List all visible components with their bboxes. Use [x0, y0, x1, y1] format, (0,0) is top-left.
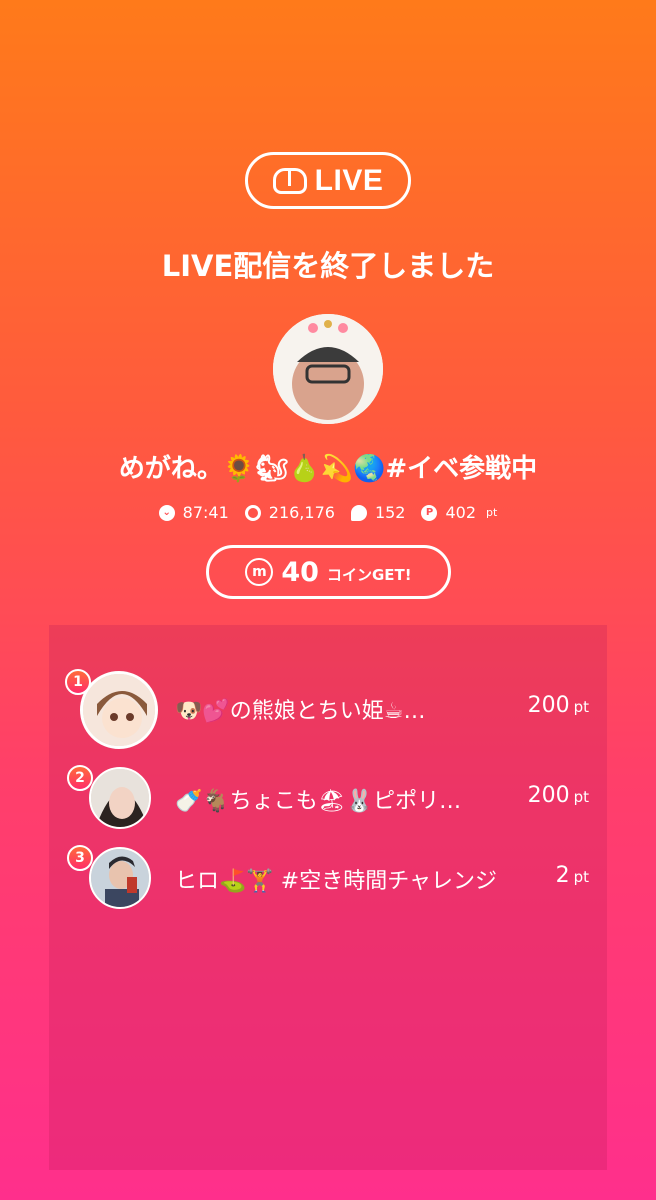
rank-badge: 3 [67, 845, 93, 871]
coin-amount: 40 [281, 556, 319, 588]
gift-ranking-panel: 1 🐶💕の熊娘とちい姫☕… 200 pt 2 🍼🐐ちょこも🏖🐰ピポリ… 200 pt [49, 625, 607, 1170]
ranking-score: 200 pt [528, 783, 589, 808]
coin-icon: m [245, 558, 274, 586]
host-avatar[interactable] [273, 314, 383, 424]
user-avatar-image [91, 849, 149, 907]
user-avatar-image [91, 769, 149, 827]
ranking-score: 2 pt [556, 863, 589, 888]
avatar[interactable] [89, 767, 151, 829]
ranking-row-2[interactable]: 2 🍼🐐ちょこも🏖🐰ピポリ… 200 pt [49, 765, 607, 831]
live-logo: LIVE [245, 152, 411, 209]
viewers-icon [244, 504, 261, 521]
score-value: 200 [527, 693, 570, 718]
ranking-user-name: 🐶💕の熊娘とちい姫☕… [175, 699, 426, 724]
rank-badge: 2 [67, 765, 93, 791]
ranking-score: 200 pt [528, 693, 589, 718]
score-value: 200 [527, 783, 570, 808]
ranking-user-name: 🍼🐐ちょこも🏖🐰ピポリ… [175, 789, 462, 814]
comments-stat: 152 [350, 503, 406, 522]
ranking-user-name: ヒロ⛳🏋 #空き時間チャレンジ [175, 869, 497, 894]
viewers-stat: 216,176 [244, 503, 335, 522]
points-stat: P 402 pt [421, 503, 497, 522]
duration-value: 87:41 [182, 503, 229, 522]
m-logo-icon [272, 167, 307, 194]
points-unit: pt [486, 506, 498, 519]
comments-value: 152 [374, 503, 406, 522]
coin-get-badge: m 40 コインGET! [206, 545, 451, 599]
avatar[interactable] [89, 847, 151, 909]
score-unit: pt [573, 868, 589, 886]
user-avatar-image [83, 674, 155, 746]
host-name: めがね。🌻🐿🍐💫🌏#イベ参戦中 [118, 454, 538, 484]
duration-stat: ⌄ 87:41 [158, 503, 229, 522]
rank-badge: 1 [65, 669, 91, 695]
points-value: 402 [445, 503, 477, 522]
chevron-down-icon: ⌄ [158, 504, 175, 521]
score-unit: pt [573, 788, 589, 806]
ranking-row-3[interactable]: 3 ヒロ⛳🏋 #空き時間チャレンジ 2 pt [49, 845, 607, 911]
logo-text: LIVE [314, 163, 384, 197]
stats-bar: ⌄ 87:41 216,176 152 P 402 pt [0, 503, 656, 522]
host-avatar-image [273, 314, 383, 424]
viewers-value: 216,176 [268, 503, 335, 522]
score-value: 2 [555, 863, 570, 888]
points-p-icon: P [421, 504, 438, 521]
ranking-row-1[interactable]: 1 🐶💕の熊娘とちい姫☕… 200 pt [49, 669, 607, 751]
score-unit: pt [573, 698, 589, 716]
coin-label: コインGET! [326, 565, 412, 584]
comment-bubble-icon [350, 504, 367, 521]
page-title: LIVE配信を終了しました [161, 249, 495, 283]
avatar[interactable] [80, 671, 158, 749]
